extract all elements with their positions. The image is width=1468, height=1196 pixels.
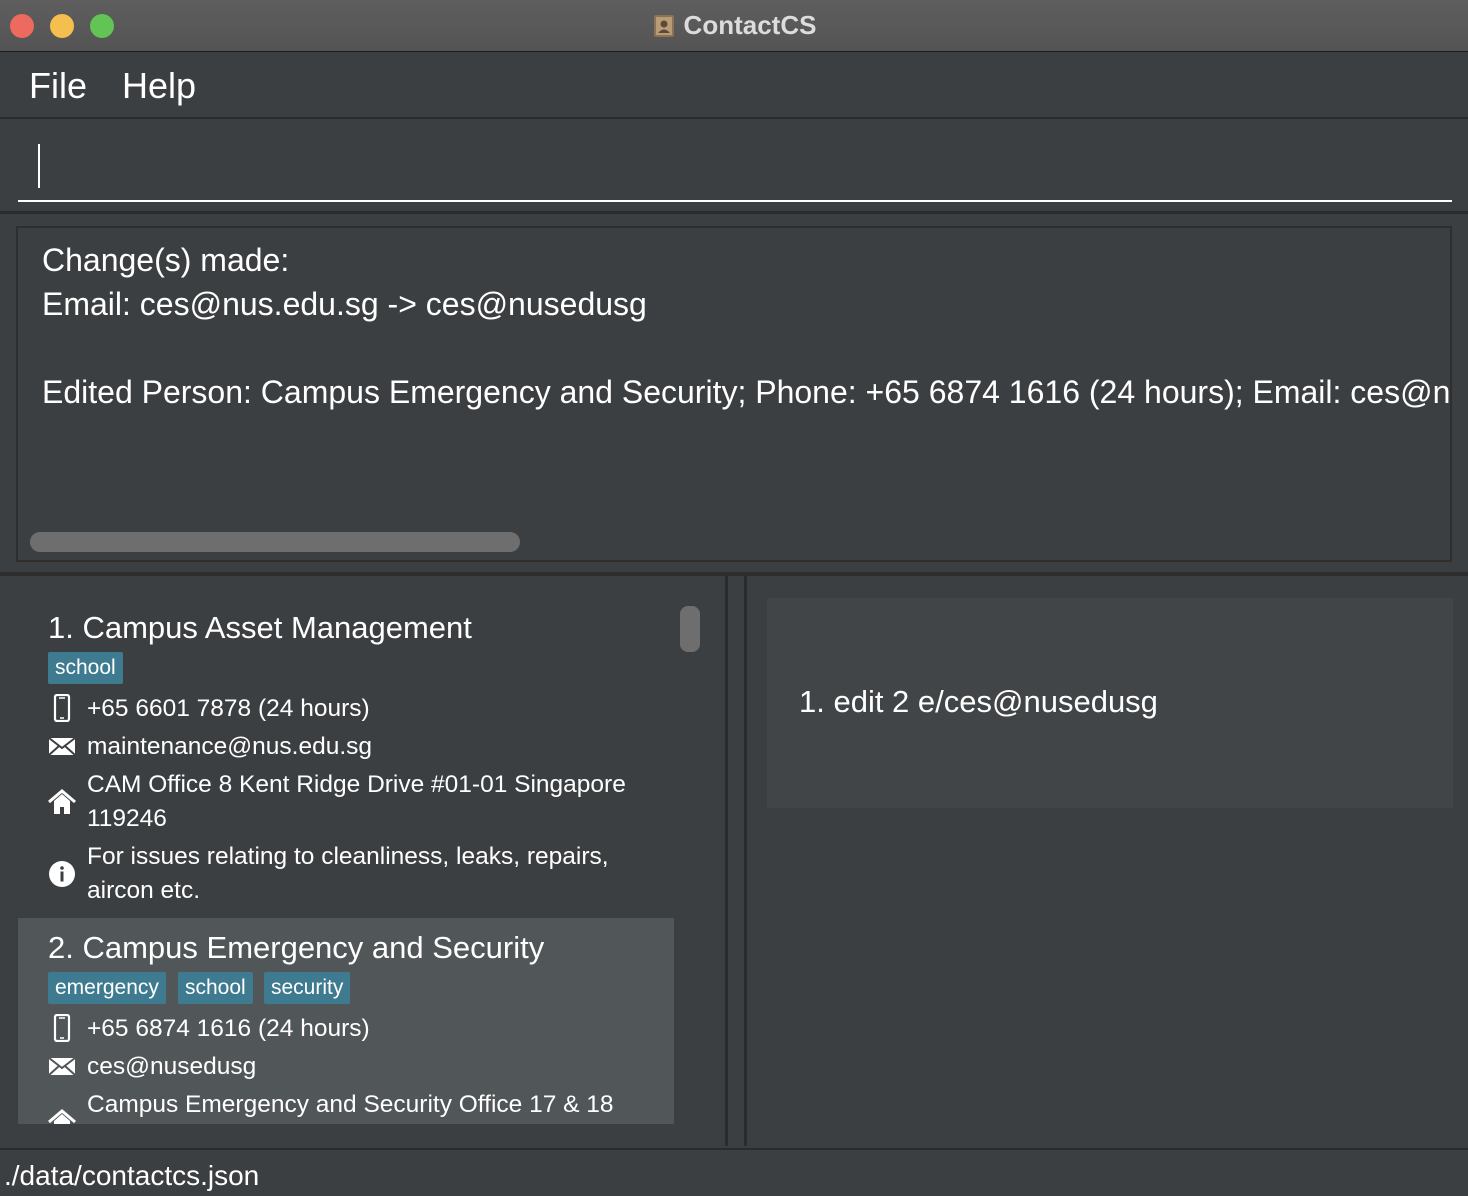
window-title-group: ContactCS xyxy=(0,10,1468,41)
tag-label: emergency xyxy=(48,972,166,1004)
command-input[interactable] xyxy=(18,138,1452,202)
tag-label: school xyxy=(178,972,253,1004)
home-icon xyxy=(48,1108,76,1124)
history-list[interactable]: 1. edit 2 e/ces@nusedusg xyxy=(767,598,1453,808)
status-file-path: ./data/contactcs.json xyxy=(4,1160,260,1191)
horizontal-scrollbar-thumb[interactable] xyxy=(30,532,520,552)
status-bar: ./data/contactcs.json xyxy=(0,1148,1468,1196)
phone-icon xyxy=(48,1013,76,1043)
result-display[interactable]: Change(s) made: Email: ces@nus.edu.sg ->… xyxy=(16,226,1452,562)
vertical-scrollbar-thumb[interactable] xyxy=(680,606,700,652)
window-title: ContactCS xyxy=(683,10,817,40)
contact-phone: +65 6874 1616 (24 hours) xyxy=(87,1015,370,1042)
command-history-panel: 1. edit 2 e/ces@nusedusg xyxy=(744,576,1468,1146)
envelope-icon xyxy=(48,1052,76,1080)
contact-list[interactable]: 1. Campus Asset Management school +65 66… xyxy=(18,598,674,1124)
menu-bar: File Help xyxy=(0,53,1468,119)
tag-label: school xyxy=(48,652,123,684)
result-line-2: Email: ces@nus.edu.sg -> ces@nusedusg xyxy=(42,286,647,322)
contact-description-line-2: aircon etc. xyxy=(87,877,201,904)
tag-label: security xyxy=(264,972,351,1004)
contact-address-line-1: CAM Office 8 Kent Ridge Drive #01-01 Sin… xyxy=(87,771,626,798)
text-caret xyxy=(38,144,40,188)
history-item[interactable]: 1. edit 2 e/ces@nusedusg xyxy=(799,684,1158,720)
contact-name: 1. Campus Asset Management xyxy=(48,610,472,645)
contact-phone: +65 6601 7878 (24 hours) xyxy=(87,695,370,722)
title-bar: ContactCS xyxy=(0,0,1468,52)
contact-address-line-2: 119246 xyxy=(87,805,167,832)
contact-email: maintenance@nus.edu.sg xyxy=(87,733,373,760)
contact-email: ces@nusedusg xyxy=(87,1053,257,1080)
contact-address-line-1: Campus Emergency and Security Office 17 … xyxy=(87,1091,614,1118)
result-line-3: Edited Person: Campus Emergency and Secu… xyxy=(42,374,1452,410)
info-icon xyxy=(48,860,76,888)
contact-book-icon xyxy=(652,14,676,38)
result-line-1: Change(s) made: xyxy=(42,242,290,278)
envelope-icon xyxy=(48,732,76,760)
phone-icon xyxy=(48,693,76,723)
home-icon xyxy=(48,788,76,816)
menu-file[interactable]: File xyxy=(29,65,87,107)
command-box xyxy=(0,120,1468,214)
menu-help[interactable]: Help xyxy=(122,65,196,107)
contact-card[interactable]: 1. Campus Asset Management school +65 66… xyxy=(18,598,674,918)
contact-card-selected[interactable]: 2. Campus Emergency and Security emergen… xyxy=(18,918,674,1124)
contact-description-line-1: For issues relating to cleanliness, leak… xyxy=(87,843,609,870)
contact-list-panel: 1. Campus Asset Management school +65 66… xyxy=(0,576,728,1146)
contact-name: 2. Campus Emergency and Security xyxy=(48,930,545,965)
